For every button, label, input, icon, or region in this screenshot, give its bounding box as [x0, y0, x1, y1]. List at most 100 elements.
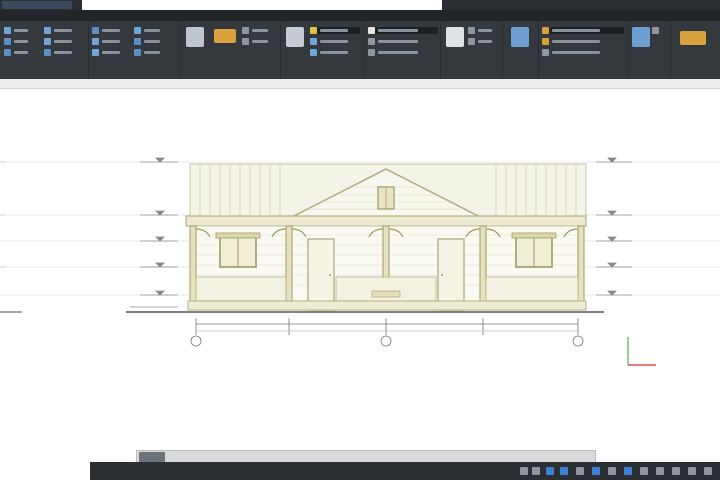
app-button[interactable] — [2, 1, 72, 9]
ucs-icon — [627, 337, 656, 366]
layer-dropdown[interactable] — [310, 27, 360, 34]
otrack-toggle-icon[interactable] — [592, 467, 600, 475]
status-bar — [0, 462, 720, 480]
marker-arrow — [607, 210, 617, 216]
ribbon-tool[interactable] — [542, 38, 624, 45]
hatch-icon — [44, 49, 51, 56]
clipboard-icon[interactable] — [680, 31, 706, 45]
ribbon-group-4 — [280, 21, 365, 79]
color-dropdown[interactable] — [368, 27, 438, 34]
railing — [485, 276, 579, 302]
ortho-toggle-icon[interactable] — [546, 467, 554, 475]
ribbon-group-1 — [0, 21, 89, 79]
ribbon-tool[interactable] — [242, 38, 276, 45]
dimension-tool-icon[interactable] — [214, 29, 236, 43]
circle-icon — [4, 49, 11, 56]
ribbon — [0, 21, 720, 79]
text-tool-icon[interactable] — [186, 27, 204, 47]
rectangle-icon — [44, 38, 51, 45]
lightbulb-icon — [310, 27, 317, 34]
ribbon-tool[interactable] — [4, 38, 34, 45]
rotate-icon — [134, 27, 141, 34]
layer-properties-icon[interactable] — [286, 27, 304, 47]
ribbon-tool[interactable] — [368, 49, 438, 56]
layer-state-icon — [310, 38, 317, 45]
ribbon-tool[interactable] — [92, 38, 128, 45]
porch-post — [285, 225, 293, 311]
lineweight-toggle-icon[interactable] — [608, 467, 616, 475]
ribbon-tool[interactable] — [310, 49, 360, 56]
ribbon-tool[interactable] — [92, 49, 128, 56]
leader-icon — [242, 27, 249, 34]
ribbon-tool[interactable] — [44, 49, 80, 56]
ribbon-tool[interactable] — [134, 27, 170, 34]
marker-arrow — [607, 290, 617, 296]
fascia — [185, 215, 587, 227]
copy-icon — [92, 38, 99, 45]
ribbon-group-8 — [538, 21, 629, 79]
match-layer-icon — [310, 49, 317, 56]
table-icon — [242, 38, 249, 45]
porch-deck — [187, 300, 587, 311]
elevation-markers-left — [130, 157, 178, 308]
ribbon-tool[interactable] — [542, 49, 624, 56]
scale-icon — [134, 49, 141, 56]
ribbon-group-6 — [440, 21, 503, 79]
workspace-gear-icon[interactable] — [640, 467, 648, 475]
marker-arrow — [155, 157, 165, 163]
ribbon-tool[interactable] — [134, 49, 170, 56]
marker-arrow — [155, 290, 165, 296]
create-block-icon — [468, 27, 475, 34]
ribbon-tool[interactable] — [4, 49, 34, 56]
osnap-toggle-icon[interactable] — [576, 467, 584, 475]
railing — [335, 276, 437, 302]
grid-marker-bubble — [572, 335, 584, 347]
insert-block-icon[interactable] — [446, 27, 464, 47]
layout-tabs[interactable] — [0, 462, 90, 480]
ribbon-group-9 — [628, 21, 671, 79]
porch-post — [577, 225, 585, 311]
window-right-head — [511, 232, 557, 239]
left-elevation-ticks — [0, 161, 22, 313]
customize-menu-icon[interactable] — [704, 467, 712, 475]
group-dropdown[interactable] — [542, 27, 624, 34]
polyline-icon — [4, 38, 11, 45]
ribbon-tool[interactable] — [44, 38, 80, 45]
grid-toggle-icon[interactable] — [520, 467, 528, 475]
elevation-drawing — [0, 157, 720, 366]
ribbon-tool[interactable] — [652, 27, 666, 34]
ribbon-tool[interactable] — [134, 38, 170, 45]
ribbon-tool[interactable] — [44, 27, 80, 34]
isolate-objects-icon[interactable] — [672, 467, 680, 475]
edit-block-icon — [468, 38, 475, 45]
stretch-icon — [92, 49, 99, 56]
move-icon — [92, 27, 99, 34]
properties-icon[interactable] — [511, 27, 529, 47]
measure-icon[interactable] — [632, 27, 650, 47]
calculator-icon — [652, 27, 659, 34]
ribbon-tool[interactable] — [368, 38, 438, 45]
ribbon-group-5 — [364, 21, 441, 79]
drawing-canvas[interactable] — [0, 89, 720, 462]
command-line-close-icon[interactable] — [139, 452, 165, 462]
annotation-visibility-icon[interactable] — [656, 467, 664, 475]
group-edit-icon — [542, 49, 549, 56]
ribbon-group-10 — [670, 21, 720, 79]
ribbon-tool[interactable] — [4, 27, 34, 34]
color-swatch-icon — [368, 27, 375, 34]
ribbon-tool[interactable] — [310, 38, 360, 45]
roof — [189, 163, 587, 220]
snap-toggle-icon[interactable] — [532, 467, 540, 475]
draw-line-icon — [4, 27, 11, 34]
elevation-markers-right — [596, 157, 632, 296]
ribbon-group-3 — [180, 21, 281, 79]
document-title-tab[interactable] — [82, 0, 442, 10]
ribbon-tool[interactable] — [468, 38, 498, 45]
house-plaque — [371, 290, 401, 298]
fullscreen-icon[interactable] — [688, 467, 696, 475]
ribbon-tool[interactable] — [242, 27, 276, 34]
ribbon-tool[interactable] — [468, 27, 498, 34]
annotation-scale-icon[interactable] — [624, 467, 632, 475]
polar-toggle-icon[interactable] — [560, 467, 568, 475]
ribbon-tool[interactable] — [92, 27, 128, 34]
